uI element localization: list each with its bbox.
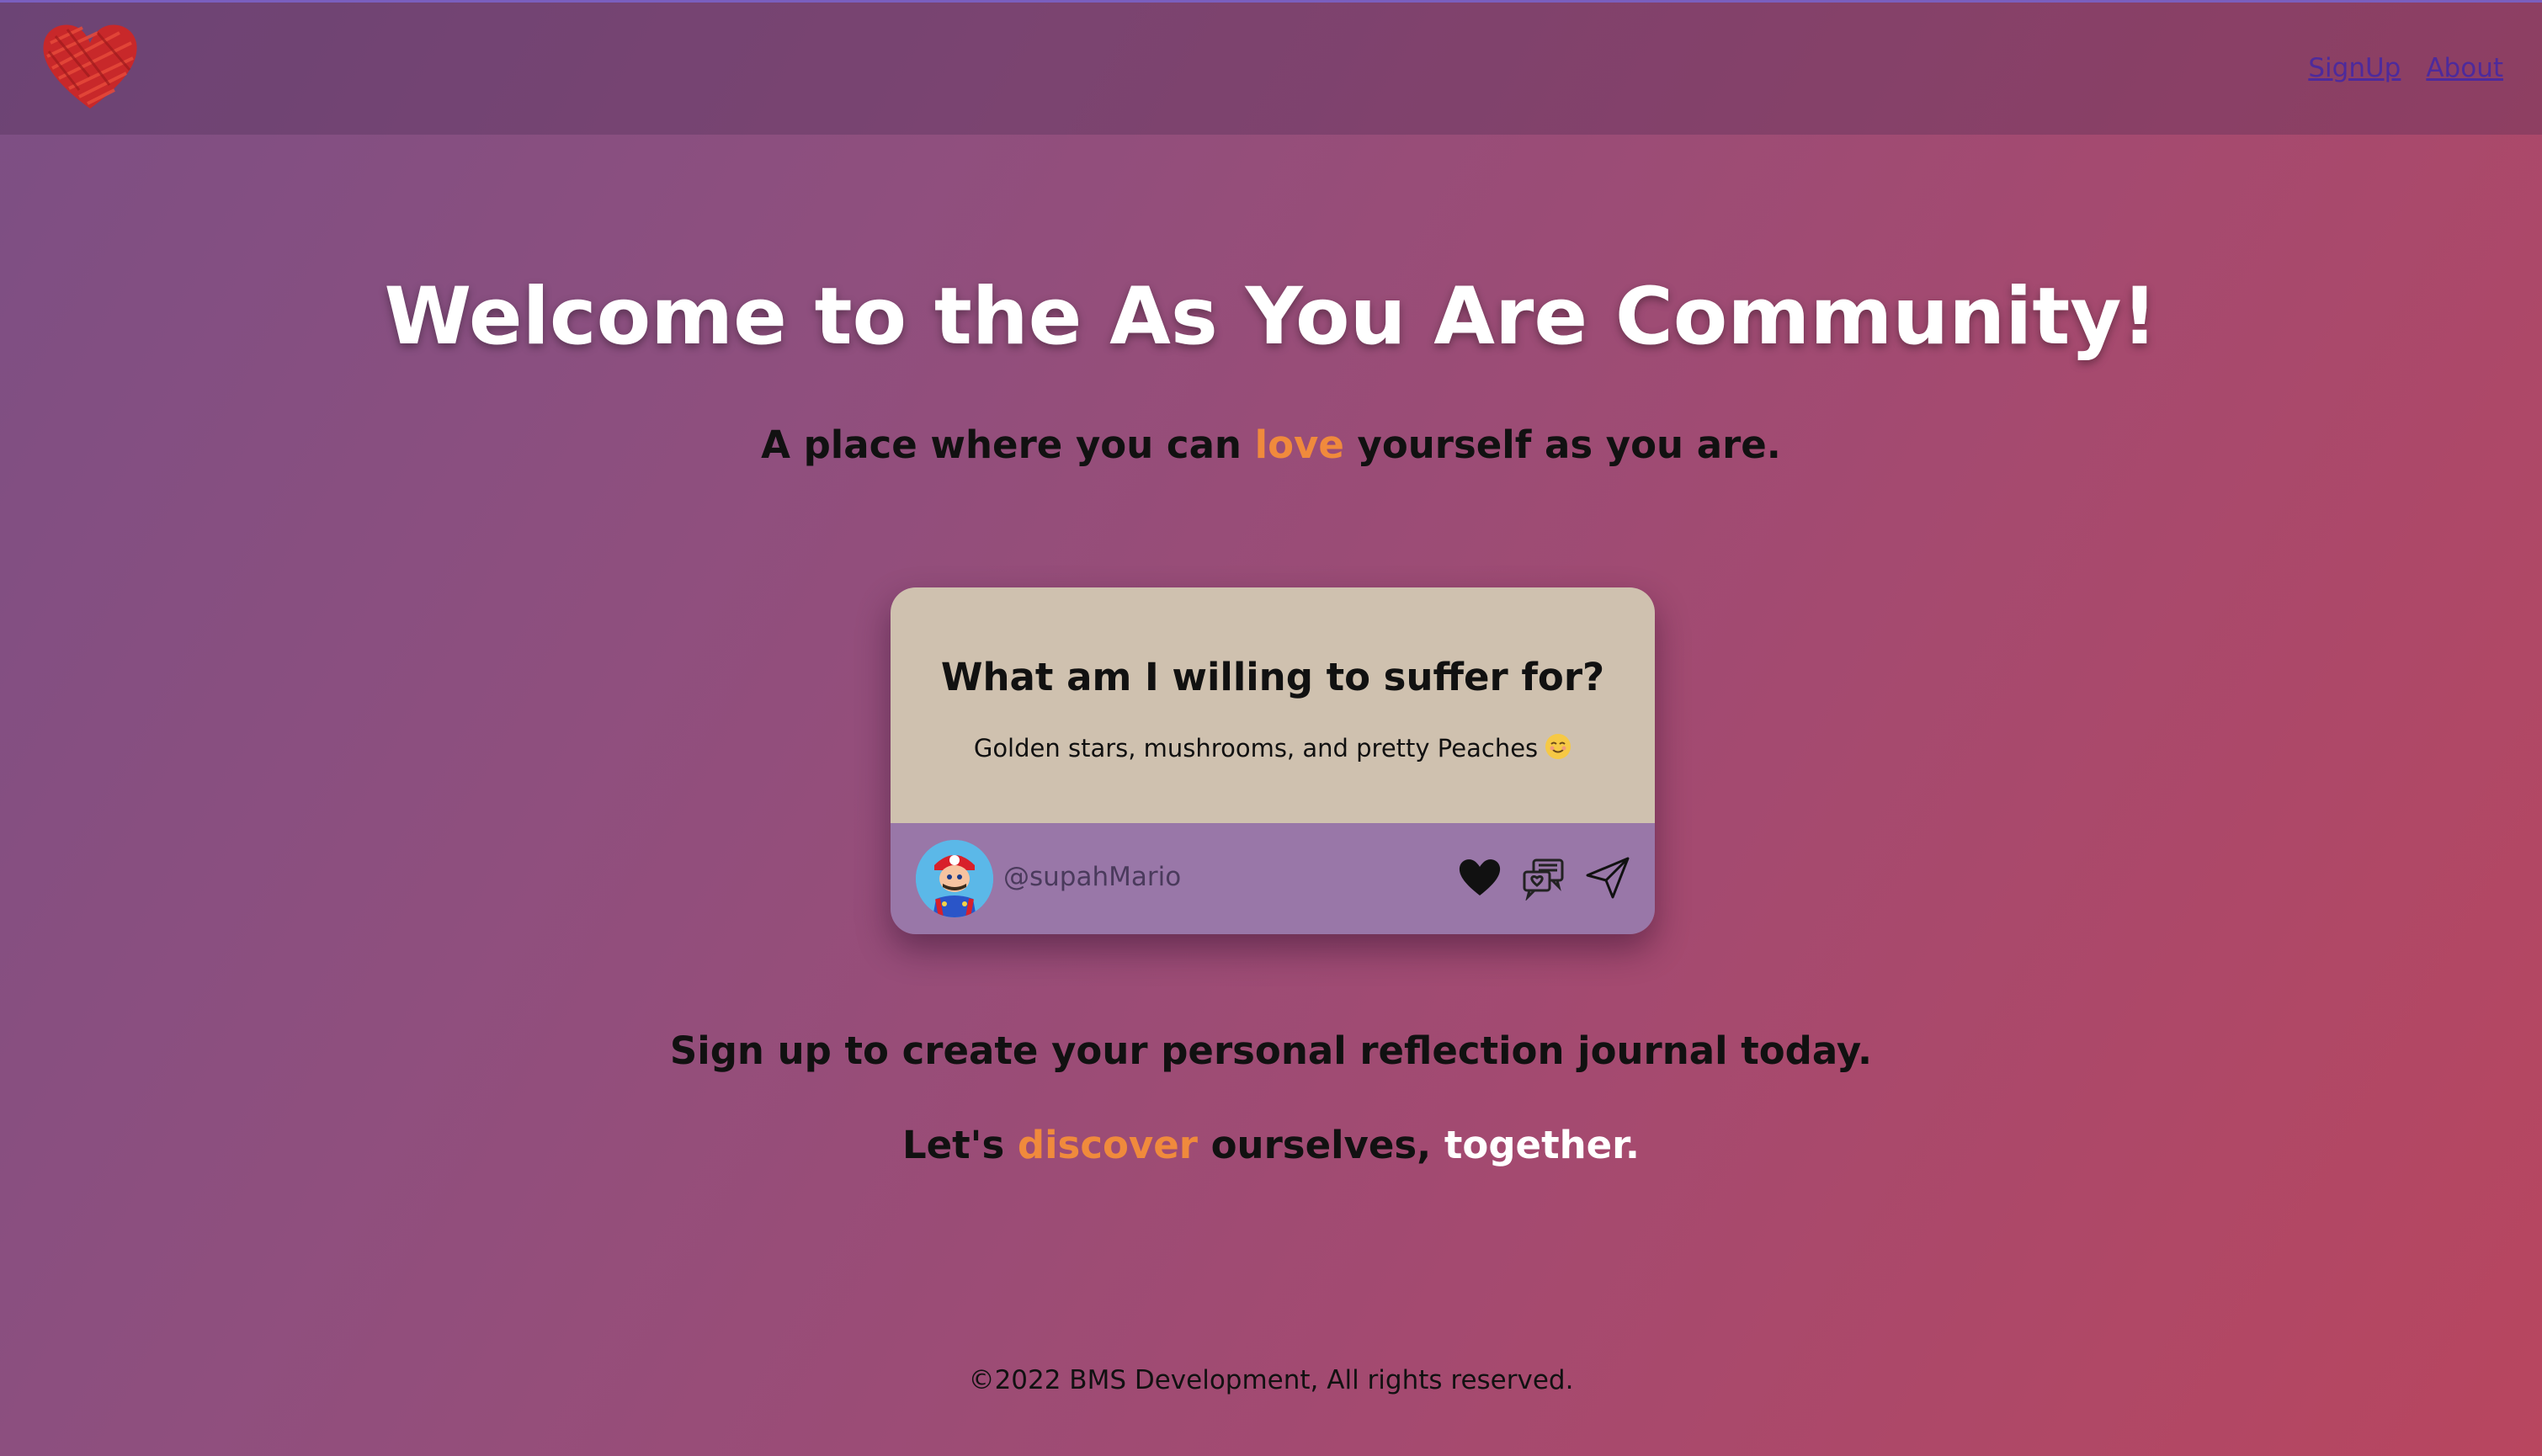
hero-tagline: A place where you can love yourself as y… [0,422,2542,467]
discover-cta: Let's discover ourselves, together. [0,1123,2542,1167]
page-footer: ©2022 BMS Development, All rights reserv… [968,1365,1574,1395]
card-question: What am I willing to suffer for? [940,655,1605,699]
smiling-face-emoji [1545,733,1571,760]
post-username[interactable]: @supahMario [1003,862,1181,892]
post-actions [1456,853,1631,901]
send-icon[interactable] [1584,853,1631,901]
discover-white-word: together. [1444,1123,1641,1167]
card-footer: @supahMario [891,823,1655,934]
scribbled-heart-icon[interactable] [39,18,141,112]
top-navbar: SignUp About [0,3,2542,135]
nav-links: SignUp About [2308,53,2503,83]
tagline-pre: A place where you can [761,422,1255,467]
discover-accent-word: discover [1017,1123,1198,1167]
nav-about-link[interactable]: About [2426,53,2503,83]
comments-icon[interactable] [1520,853,1567,901]
discover-pre: Let's [901,1123,1018,1167]
discover-mid: ourselves, [1197,1123,1444,1167]
journal-post-card: What am I willing to suffer for? Golden … [891,587,1655,934]
signup-cta-text: Sign up to create your personal reflecti… [669,1028,1873,1073]
hero-title: Welcome to the As You Are Community! [384,271,2158,363]
mario-avatar[interactable] [916,840,993,917]
heart-icon[interactable] [1456,853,1503,901]
card-answer-text: Golden stars, mushrooms, and pretty Peac… [973,734,1539,763]
card-answer: Golden stars, mushrooms, and pretty Peac… [891,733,1655,763]
card-body: What am I willing to suffer for? Golden … [891,587,1655,823]
tagline-post: yourself as you are. [1343,422,1781,467]
tagline-accent-word: love [1254,422,1344,467]
nav-signup-link[interactable]: SignUp [2308,53,2401,83]
